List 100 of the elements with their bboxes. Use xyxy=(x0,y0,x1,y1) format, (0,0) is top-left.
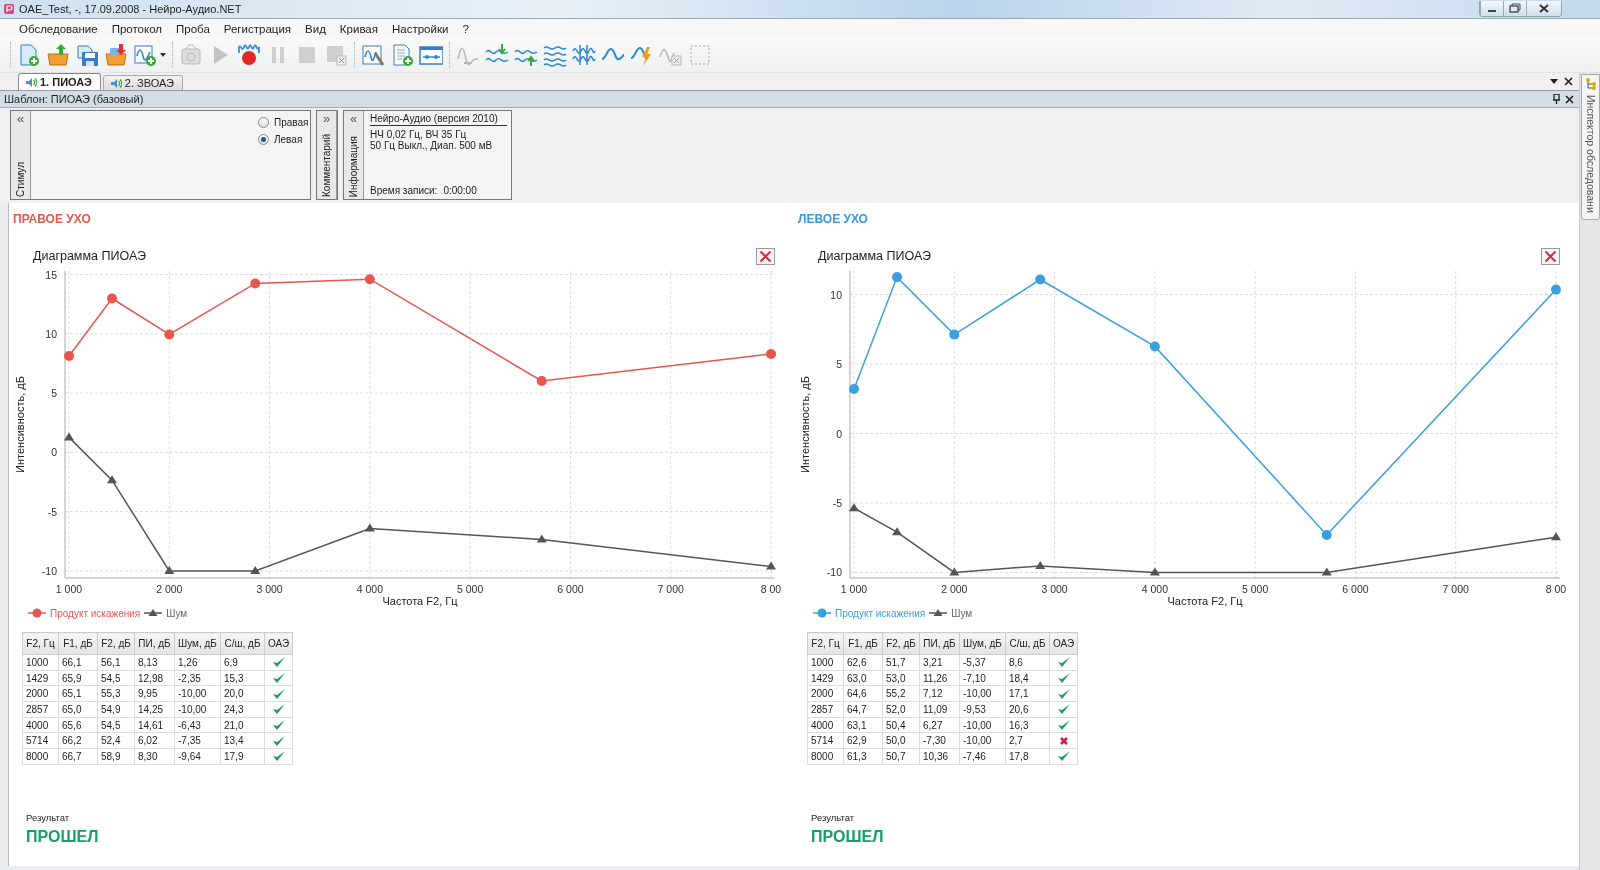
menu-item[interactable]: Протокол xyxy=(104,20,170,37)
data-point xyxy=(766,561,776,570)
table-cell: 8000 xyxy=(807,748,844,765)
data-point xyxy=(164,329,175,340)
table-cell: 55,2 xyxy=(882,685,920,702)
panel-title: Стимул xyxy=(15,162,26,197)
data-point xyxy=(949,329,960,340)
data-point xyxy=(1551,284,1561,295)
waves-icon[interactable] xyxy=(572,43,596,67)
wave-plus-icon[interactable] xyxy=(133,43,157,67)
axis-title: Интенсивность, дБ xyxy=(14,376,26,473)
info-text: НЧ 0,02 Гц, ВЧ 35 Гц xyxy=(370,129,468,140)
data-point xyxy=(364,523,375,532)
data-point xyxy=(949,567,960,576)
table-cell: 20,0 xyxy=(220,685,265,702)
table-cell: -9,64 xyxy=(174,748,221,765)
table-cell: 62,6 xyxy=(843,654,883,671)
table-header-cell: F1, дБ xyxy=(58,632,98,655)
collapse-button[interactable]: « xyxy=(16,113,25,125)
pin-icon[interactable] xyxy=(1553,94,1560,104)
document-plus-icon[interactable] xyxy=(17,43,41,67)
table-cell: -2,35 xyxy=(174,670,221,686)
table-header-cell: С/ш, дБ xyxy=(1005,632,1050,655)
expand-button[interactable]: » xyxy=(322,113,331,125)
menu-item[interactable]: Проба xyxy=(169,20,217,37)
legend-label: Продукт искажения xyxy=(835,607,926,619)
waves-icon[interactable] xyxy=(543,43,567,67)
data-point xyxy=(1321,529,1332,540)
data-point xyxy=(1149,567,1160,576)
restore-icon[interactable] xyxy=(1503,1,1526,16)
axis-tick-label: -5 xyxy=(47,505,57,518)
legend-marker-icon xyxy=(812,608,832,618)
chart-title: Диаграмма ПИОАЭ xyxy=(33,249,146,263)
table-cell: 5714 xyxy=(807,732,844,749)
result-label: Результат xyxy=(26,812,70,823)
table-cell: 1429 xyxy=(22,670,59,686)
folder-arrow-icon[interactable] xyxy=(46,43,70,67)
table-cell: -7,30 xyxy=(919,732,960,749)
radio-button[interactable] xyxy=(258,117,269,128)
axis-tick-label: 6 000 xyxy=(557,583,584,595)
table-cell: 1000 xyxy=(807,654,844,671)
data-point xyxy=(1035,274,1046,285)
table-cell: 65,6 xyxy=(58,717,98,733)
table-cell: 54,5 xyxy=(97,717,135,733)
document-plus-icon[interactable] xyxy=(390,43,414,67)
tab[interactable]: 2. ЗВОАЭ xyxy=(102,75,183,90)
menu-item[interactable]: ? xyxy=(455,20,476,37)
table-cell: -7,35 xyxy=(174,732,221,749)
close-icon[interactable] xyxy=(1564,77,1573,86)
radio-button[interactable] xyxy=(258,134,269,145)
result-value: ПРОШЕЛ xyxy=(811,828,884,846)
floppy-icon[interactable] xyxy=(75,43,99,67)
window-icon[interactable] xyxy=(419,43,443,67)
panel-title: Информация xyxy=(348,135,359,197)
menu-item[interactable]: Обследование xyxy=(12,20,105,37)
table-cell: 53,0 xyxy=(882,670,920,686)
close-icon[interactable] xyxy=(1526,1,1561,16)
table-cell: 4000 xyxy=(22,717,59,733)
record-icon[interactable] xyxy=(237,43,261,67)
folder-arrow-icon[interactable] xyxy=(104,43,128,67)
data-point xyxy=(250,565,261,574)
close-icon[interactable] xyxy=(1565,94,1574,104)
minimize-icon[interactable] xyxy=(1480,1,1503,16)
caret-icon[interactable] xyxy=(1550,79,1558,84)
table-cell: 61,3 xyxy=(843,748,883,765)
legend-label: Продукт искажения xyxy=(50,607,141,619)
data-point xyxy=(536,376,547,386)
table-cell: 6,27 xyxy=(919,717,960,733)
axis-tick-label: 10 xyxy=(45,327,57,340)
menu-item[interactable]: Регистрация xyxy=(216,20,299,37)
axis-tick-label: 5 xyxy=(51,387,57,400)
table-cell: 4000 xyxy=(807,717,844,733)
table-cell: 7,12 xyxy=(919,685,960,702)
data-point xyxy=(364,274,375,285)
section-title: ЛЕВОЕ УХО xyxy=(798,211,868,227)
caret-icon[interactable] xyxy=(160,53,166,57)
template-title: Шаблон: ПИОАЭ (базовый) xyxy=(4,93,144,105)
table-cell: 5714 xyxy=(22,732,59,749)
axis-tick-label: 0 xyxy=(51,446,57,459)
menu-item[interactable]: Настройки xyxy=(385,20,456,37)
table-cell: 50,7 xyxy=(882,748,920,765)
tab[interactable]: 1. ПИОАЭ xyxy=(18,73,101,90)
axis-title: Частота F2, Гц xyxy=(1167,595,1243,607)
table-cell: 64,7 xyxy=(843,701,883,718)
menu-item[interactable]: Кривая xyxy=(332,20,385,37)
legend-marker-icon xyxy=(27,608,47,618)
tree-icon xyxy=(1584,78,1597,90)
table-cell: -5,37 xyxy=(959,654,1006,671)
wave-wrench-icon[interactable] xyxy=(361,43,385,67)
table-cell: 65,0 xyxy=(58,701,98,718)
table-cell: 54,5 xyxy=(97,670,135,686)
data-point xyxy=(892,527,903,536)
table-cell: -10,00 xyxy=(959,732,1006,749)
axis-tick-label: 8 00 xyxy=(760,583,782,595)
table-cell: 10,36 xyxy=(919,748,960,765)
menu-item[interactable]: Вид xyxy=(298,20,333,37)
collapse-button[interactable]: « xyxy=(349,113,358,125)
table-cell: -10,00 xyxy=(959,717,1006,733)
data-point xyxy=(849,383,859,394)
table-cell: 12,98 xyxy=(134,670,175,686)
